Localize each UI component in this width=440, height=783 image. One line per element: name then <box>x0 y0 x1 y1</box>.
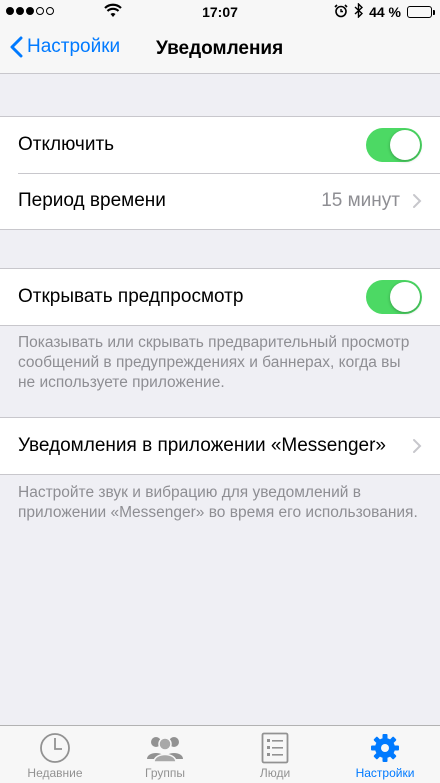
tab-label: Недавние <box>27 766 83 780</box>
back-button[interactable]: Настройки <box>10 36 120 58</box>
time-period-label: Период времени <box>18 190 166 211</box>
tab-people[interactable]: Люди <box>220 726 330 783</box>
time-period-row[interactable]: Период времени 15 минут <box>0 173 440 229</box>
navigation-bar: Настройки Уведомления <box>0 24 440 74</box>
clock-icon <box>39 731 71 765</box>
chevron-left-icon <box>10 36 23 58</box>
preview-row: Открывать предпросмотр <box>0 269 440 325</box>
gear-icon <box>370 731 400 765</box>
settings-group-in-app: Уведомления в приложении «Messenger» <box>0 417 440 475</box>
tab-label: Люди <box>259 766 291 780</box>
tab-settings[interactable]: Настройки <box>330 726 440 783</box>
in-app-footnote: Настройте звук и вибрацию для уведомлени… <box>18 484 418 521</box>
people-list-icon <box>261 731 289 765</box>
tab-bar: Недавние Группы Люди Настройки <box>0 725 440 783</box>
settings-group-general: Отключить Период времени 15 минут <box>0 116 440 230</box>
chevron-right-icon <box>413 439 422 453</box>
tab-recent[interactable]: Недавние <box>0 726 110 783</box>
preview-label: Открывать предпросмотр <box>18 286 244 307</box>
tab-groups[interactable]: Группы <box>110 726 220 783</box>
alarm-icon <box>334 3 348 21</box>
battery-icon <box>407 6 435 18</box>
back-button-label: Настройки <box>27 36 121 57</box>
tab-label: Группы <box>145 766 185 780</box>
bluetooth-icon <box>354 2 364 21</box>
tab-label: Настройки <box>355 766 415 780</box>
status-bar: 17:07 44 % <box>0 0 440 24</box>
in-app-notifications-row[interactable]: Уведомления в приложении «Messenger» <box>0 418 440 474</box>
preview-toggle[interactable] <box>366 280 422 314</box>
disable-row: Отключить <box>0 117 440 173</box>
settings-group-preview: Открывать предпросмотр <box>0 268 440 326</box>
toggle-knob <box>390 282 420 312</box>
disable-toggle[interactable] <box>366 128 422 162</box>
battery-percent: 44 % <box>369 4 401 20</box>
time-period-value: 15 минут <box>321 190 400 211</box>
chevron-right-icon <box>413 194 422 208</box>
page-title: Уведомления <box>156 38 284 59</box>
toggle-knob <box>390 130 420 160</box>
in-app-notifications-label: Уведомления в приложении «Messenger» <box>18 435 386 456</box>
disable-label: Отключить <box>18 134 115 155</box>
groups-icon <box>145 731 185 765</box>
preview-footnote: Показывать или скрывать предварительный … <box>18 334 410 391</box>
